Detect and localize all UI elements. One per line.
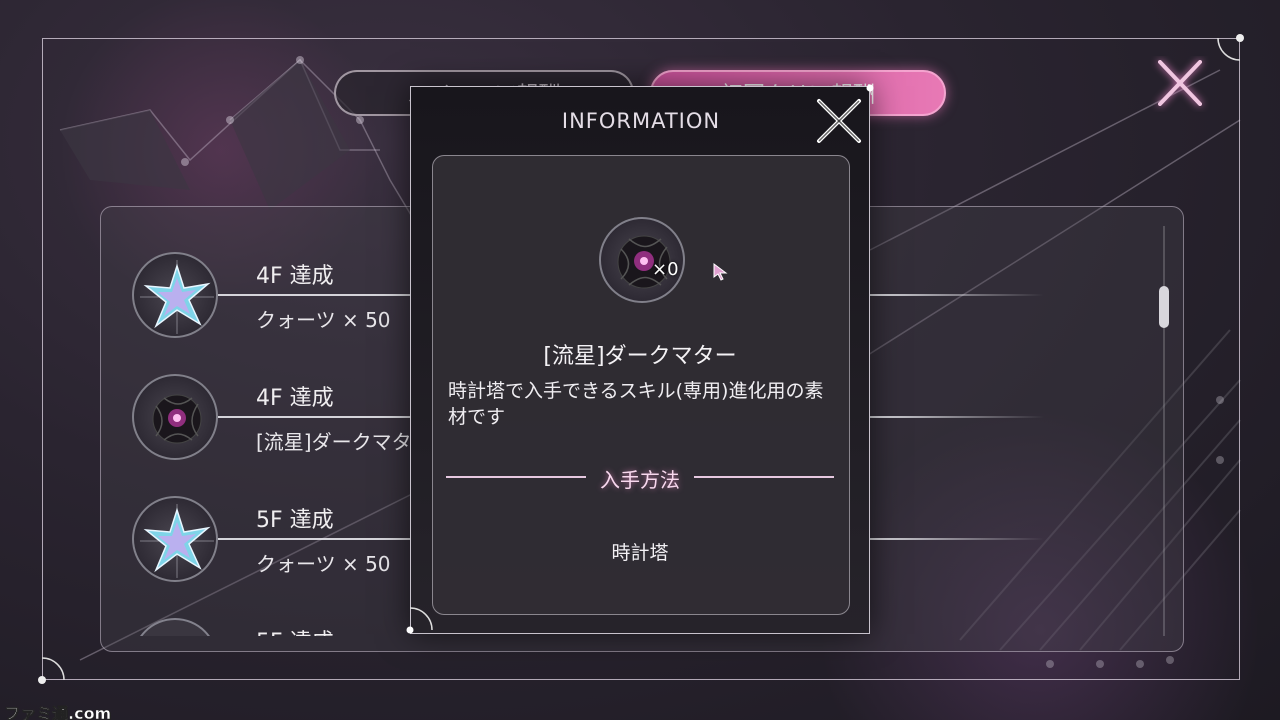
acquisition-label: 入手方法 bbox=[600, 468, 680, 492]
reward-detail: クォーツ × 50 bbox=[256, 308, 391, 332]
scrollbar-thumb[interactable] bbox=[1159, 286, 1169, 328]
reward-title: 5F 達成 bbox=[256, 624, 334, 636]
outer-close-icon[interactable] bbox=[1150, 56, 1210, 112]
item-count: ×0 bbox=[652, 259, 679, 280]
item-name: [流星]ダークマター bbox=[543, 344, 737, 369]
reward-detail: [流星]ダークマター bbox=[256, 430, 432, 454]
quartz-star-icon bbox=[132, 252, 218, 338]
item-description: 時計塔で入手できるスキル(専用)進化用の素材です bbox=[448, 380, 824, 428]
header-line-right bbox=[694, 476, 834, 478]
reward-title: 4F 達成 bbox=[256, 264, 334, 289]
dialog-title: INFORMATION bbox=[561, 109, 721, 133]
reward-title: 5F 達成 bbox=[256, 508, 334, 533]
dark-matter-icon bbox=[132, 374, 218, 460]
acquisition-source: 時計塔 bbox=[611, 542, 669, 564]
cursor-icon bbox=[713, 263, 728, 281]
close-icon[interactable] bbox=[811, 93, 867, 149]
watermark-logo: ファミ通.com bbox=[4, 704, 112, 720]
acquisition-section-header: 入手方法 bbox=[446, 462, 834, 492]
reward-detail: クォーツ × 50 bbox=[256, 552, 391, 576]
quartz-star-icon bbox=[132, 496, 218, 582]
quartz-star-icon bbox=[132, 618, 218, 636]
reward-title: 4F 達成 bbox=[256, 386, 334, 411]
